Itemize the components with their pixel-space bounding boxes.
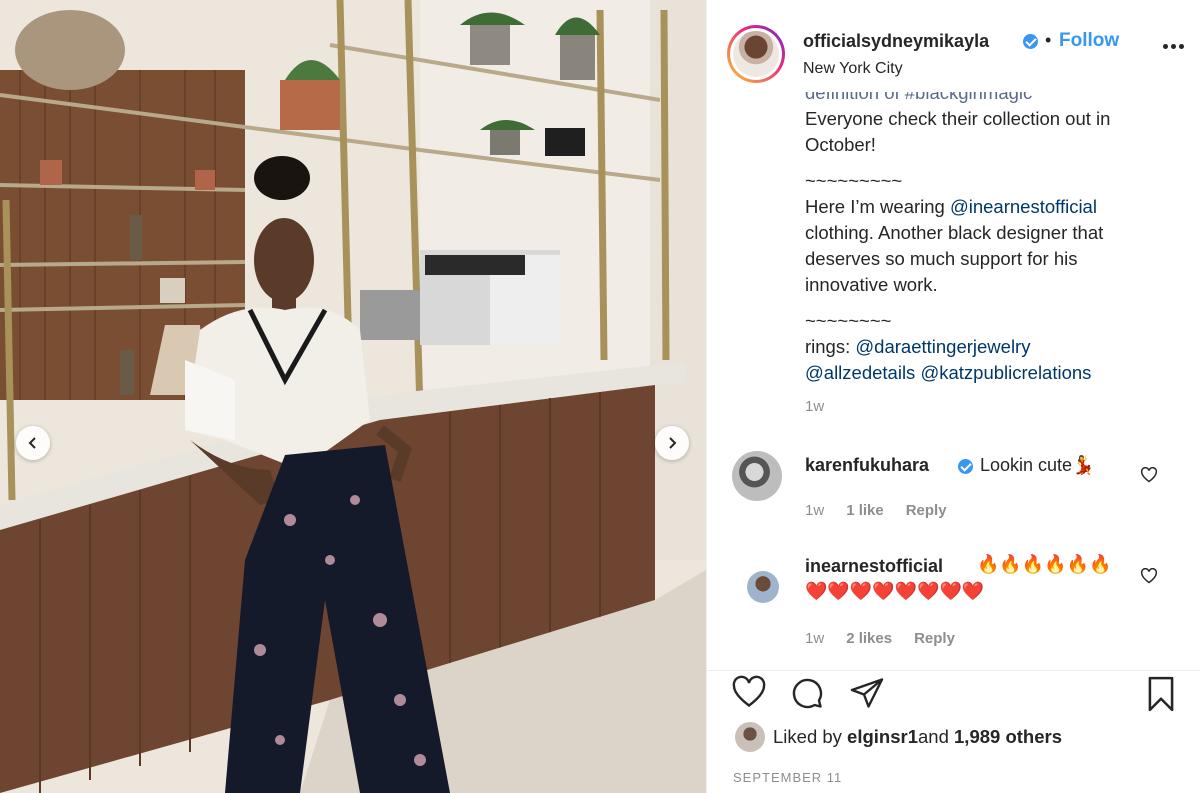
mention-allzedetails[interactable]: @allzedetails [805,362,915,383]
caption-text: Here I’m wearing [805,196,950,217]
liked-by-prefix: Liked by [773,726,842,747]
caption-line-wearing: Here I’m wearing @inearnestofficial clot… [805,194,1165,298]
comment-text: Lookin cute💃 [980,455,1095,475]
comment-username[interactable]: inearnestofficial [805,556,943,577]
comment-time: 1w [805,502,825,519]
author-avatar[interactable] [727,25,785,83]
author-avatar-image [733,31,779,77]
post-photo[interactable] [0,0,706,793]
liked-by-and: and [918,726,949,747]
caption-line-collection: Everyone check their collection out in O… [805,108,1111,155]
mention-daraettingerjewelry[interactable]: @daraettingerjewelry [855,336,1030,357]
post-caption: definition of #blackgirlmagic Everyone c… [805,92,1165,422]
commenter-avatar[interactable] [732,451,782,501]
next-photo-button[interactable] [655,426,689,460]
post-location[interactable]: New York City [803,60,903,78]
caption-line-rings: rings: @daraettingerjewelry @allzedetail… [805,334,1165,386]
comment-meta: 1w 1 like Reply [805,502,947,519]
liker-username[interactable]: elginsr1 [847,726,918,748]
comment-username[interactable]: karenfukuhara [805,455,929,476]
comment-bubble-icon[interactable] [789,675,825,711]
post-date[interactable]: SEPTEMBER 11 [733,770,842,785]
reply-button[interactable]: Reply [906,502,947,519]
post-header: officialsydneymikayla • Follow New York … [707,0,1200,92]
caption-timestamp: 1w [805,398,825,415]
commenter-avatar[interactable] [747,571,779,603]
author-username[interactable]: officialsydneymikayla [803,31,989,52]
caption-text: rings: [805,336,856,357]
comment-meta: 1w 2 likes Reply [805,630,955,647]
paper-plane-icon[interactable] [849,675,885,711]
comment-text-line2: ❤️❤️❤️❤️❤️❤️❤️❤️ [805,581,985,601]
reply-button[interactable]: Reply [914,630,955,647]
mention-katzpublicrelations[interactable]: @katzpublicrelations [920,362,1091,383]
comment-likes[interactable]: 1 like [846,502,884,519]
comment-text-line1: 🔥🔥🔥🔥🔥🔥 [977,554,1112,574]
more-options-icon[interactable] [1163,44,1184,49]
separator-dot: • [1045,30,1052,50]
comment-like-heart-icon[interactable] [1140,568,1158,584]
others-count[interactable]: 1,989 others [954,726,1062,748]
verified-badge-icon [1023,34,1038,49]
mention-inearnestofficial[interactable]: @inearnestofficial [950,196,1097,217]
heart-outline-icon[interactable] [731,675,767,709]
caption-divider: ~~~~~~~~ [805,310,892,331]
verified-badge-icon [958,459,973,474]
follow-button[interactable]: Follow [1059,30,1119,52]
post-side-panel: officialsydneymikayla • Follow New York … [706,0,1200,793]
comment-like-heart-icon[interactable] [1140,467,1158,483]
chevron-right-icon [669,437,677,449]
comment-likes[interactable]: 2 likes [846,630,892,647]
action-bar [707,670,1200,720]
caption-divider: ~~~~~~~~~ [805,170,903,191]
bookmark-icon[interactable] [1144,675,1178,713]
comment-time: 1w [805,630,825,647]
photo-scene [0,0,706,793]
caption-text: clothing. Another black designer that de… [805,222,1104,295]
liked-by-summary: Liked by elginsr1 and 1,989 others [735,722,1062,752]
chevron-left-icon [28,437,36,449]
previous-photo-button[interactable] [16,426,50,460]
liker-avatar[interactable] [735,722,765,752]
caption-clipped-line: definition of #blackgirlmagic [805,92,1033,103]
